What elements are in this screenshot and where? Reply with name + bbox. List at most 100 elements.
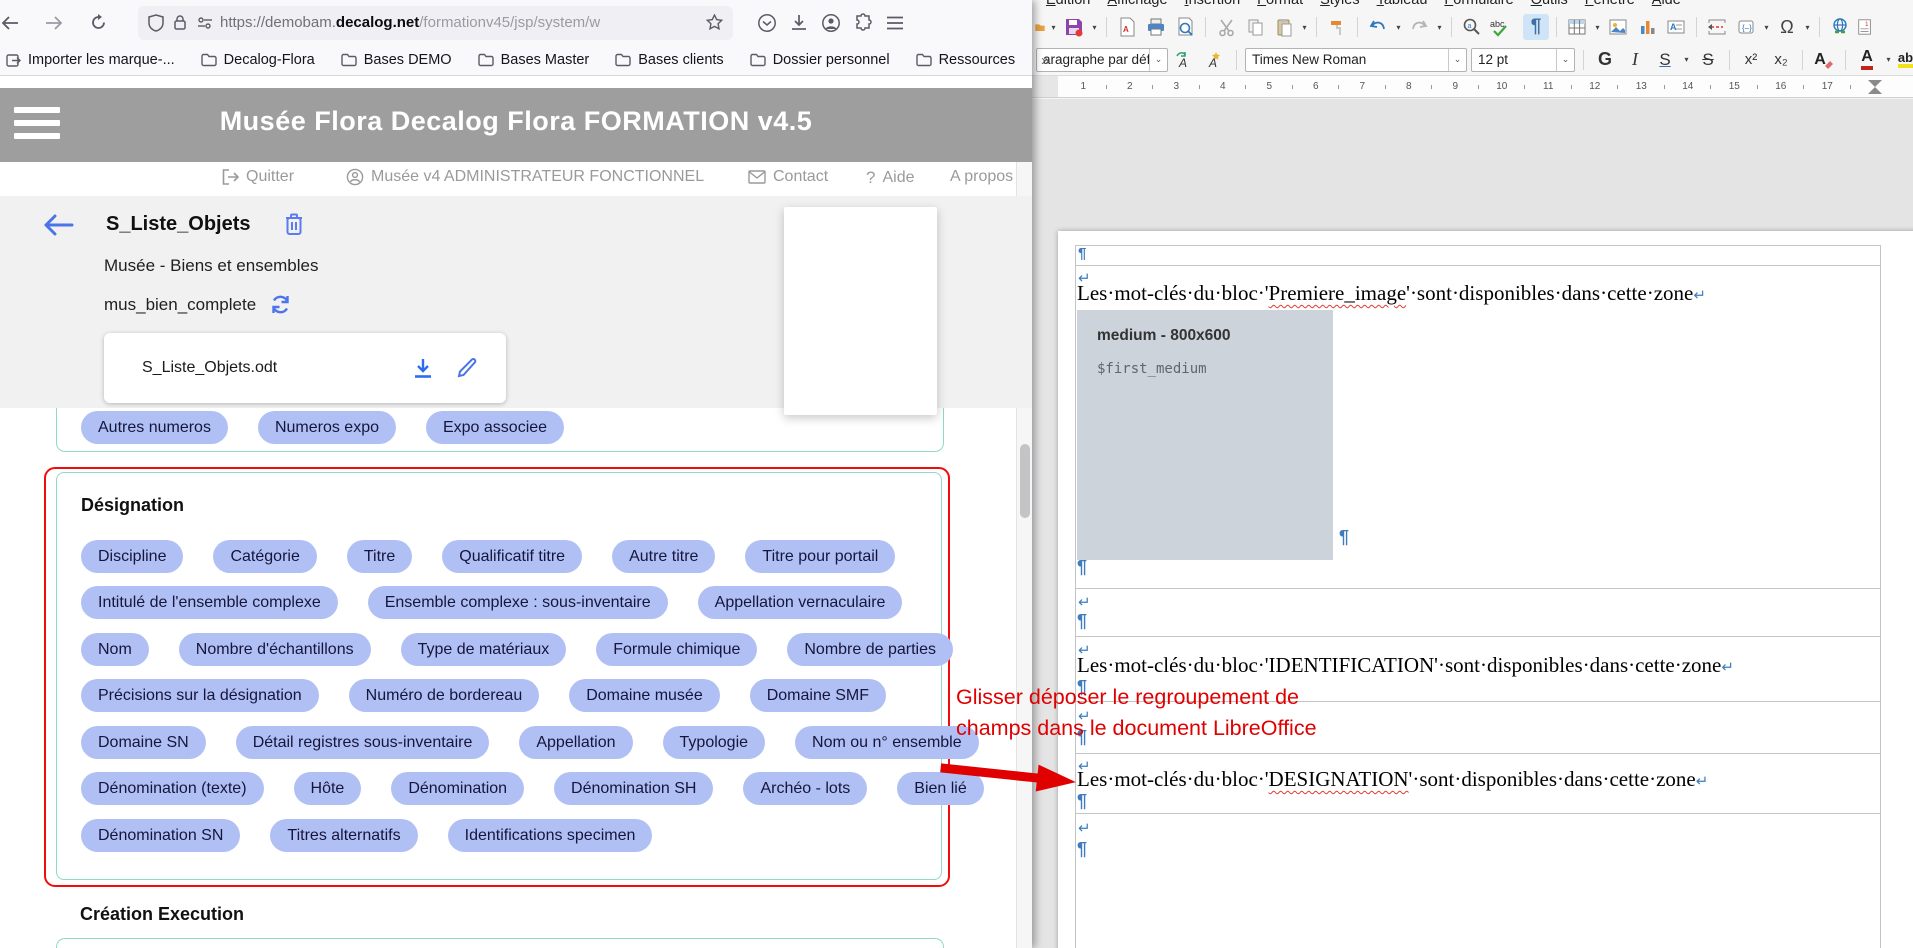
edit-pencil-icon[interactable] [456, 357, 478, 379]
user-menu[interactable]: Musée v4 ADMINISTRATEUR FONCTIONNEL [346, 168, 704, 186]
menu-item[interactable]: Tableau [1377, 0, 1428, 8]
font-size-combo[interactable]: 12 pt⌄ [1471, 48, 1575, 72]
insert-table-button[interactable] [1564, 14, 1590, 40]
menu-item[interactable]: Insertion [1185, 0, 1241, 8]
field-chip[interactable]: Titre pour portail [745, 540, 895, 573]
field-chip[interactable]: Identifications specimen [448, 819, 653, 852]
field-chip[interactable]: Dénomination SN [81, 819, 240, 852]
right-indent-marker[interactable] [1868, 80, 1882, 87]
field-chip[interactable]: Détail registres sous-inventaire [236, 726, 490, 759]
insert-page-break-button[interactable] [1704, 14, 1730, 40]
download-icon[interactable] [412, 357, 434, 380]
refresh-icon[interactable] [270, 294, 291, 315]
clone-formatting-button[interactable] [1324, 14, 1350, 40]
menu-item[interactable]: Outils [1531, 0, 1568, 8]
field-chip[interactable]: Dénomination (texte) [81, 772, 264, 805]
bookmark-folder[interactable]: Bases clients [615, 52, 723, 68]
field-chip[interactable]: Nombre d'échantillons [179, 633, 371, 666]
account-icon[interactable] [821, 13, 841, 33]
copy-button[interactable] [1242, 14, 1268, 40]
field-chip[interactable]: Titre [347, 540, 412, 573]
bold-button[interactable]: G [1592, 47, 1618, 73]
spellcheck-button[interactable]: abc [1488, 14, 1520, 40]
field-chip[interactable]: Nombre de parties [787, 633, 953, 666]
downloads-icon[interactable] [790, 13, 808, 33]
highlight-color-button[interactable]: ab [1897, 47, 1913, 73]
superscript-button[interactable]: x² [1738, 47, 1764, 73]
open-button[interactable] [1034, 14, 1046, 40]
scrollbar-thumb[interactable] [1020, 444, 1030, 518]
bookmark-folder[interactable]: Dossier personnel [750, 52, 890, 68]
print-button[interactable] [1143, 14, 1169, 40]
field-chip[interactable]: Autre titre [612, 540, 715, 573]
bookmark-folder[interactable]: Bases Master [478, 52, 590, 68]
quitter-button[interactable]: Quitter [222, 168, 294, 186]
url-text[interactable]: https://demobam.decalog.net/formationv45… [220, 14, 706, 31]
new-style-icon[interactable]: A [1202, 47, 1228, 73]
field-chip[interactable]: Précisions sur la désignation [81, 679, 319, 712]
menu-item[interactable]: Édition [1046, 0, 1090, 8]
subscript-button[interactable]: x₂ [1768, 47, 1794, 73]
field-chip[interactable]: Domaine SN [81, 726, 206, 759]
font-name-combo[interactable]: Times New Roman⌄ [1245, 48, 1467, 72]
shield-icon[interactable] [148, 14, 164, 32]
field-chip[interactable]: Domaine musée [569, 679, 720, 712]
paste-button[interactable] [1271, 14, 1297, 40]
delete-icon[interactable] [283, 212, 305, 237]
field-chip[interactable]: Archéo - lots [743, 772, 867, 805]
doc-line-identification[interactable]: Les·mot-clés·du·bloc·'IDENTIFICATION'·so… [1077, 653, 1734, 678]
field-chip[interactable]: Type de matériaux [401, 633, 567, 666]
bookmark-folder[interactable]: Ressources [916, 52, 1016, 68]
lock-icon[interactable] [173, 14, 187, 31]
url-bar[interactable]: https://demobam.decalog.net/formationv45… [138, 6, 733, 40]
formatting-marks-button[interactable]: ¶ [1523, 14, 1549, 40]
field-chip[interactable]: Catégorie [213, 540, 316, 573]
special-character-button[interactable]: Ω [1774, 14, 1800, 40]
contact-menu[interactable]: Contact [748, 168, 828, 186]
forward-nav-icon[interactable] [38, 7, 70, 39]
back-arrow-icon[interactable] [44, 214, 74, 236]
extensions-icon[interactable] [854, 13, 873, 32]
find-replace-button[interactable]: a [1459, 14, 1485, 40]
undo-button[interactable] [1365, 14, 1391, 40]
menu-item[interactable]: Format [1257, 0, 1303, 8]
print-preview-button[interactable] [1172, 14, 1198, 40]
cut-button[interactable] [1213, 14, 1239, 40]
field-chip[interactable]: Typologie [663, 726, 766, 759]
menu-item[interactable]: Fenêtre [1585, 0, 1635, 8]
document-canvas[interactable]: ¶ ↵ Les·mot-clés·du·bloc·'Premiere_image… [1032, 99, 1913, 948]
horizontal-ruler[interactable]: 1234567891011121314151617 [1032, 76, 1913, 98]
field-chip[interactable]: Appellation vernaculaire [698, 586, 903, 619]
update-style-icon[interactable]: A [1172, 47, 1198, 73]
menu-item[interactable]: Aide [1652, 0, 1681, 8]
bookmark-folder[interactable]: Decalog-Flora [201, 52, 315, 68]
bookmarks-overflow-chevron[interactable]: » [1041, 52, 1049, 69]
paragraph-style-combo[interactable]: aragraphe par déf⌄ [1036, 48, 1168, 72]
insert-chart-button[interactable] [1634, 14, 1660, 40]
field-chip[interactable]: Discipline [81, 540, 183, 573]
field-chip[interactable]: Numéro de bordereau [349, 679, 540, 712]
aide-menu[interactable]: ? Aide [866, 168, 915, 188]
doc-line-designation[interactable]: Les·mot-clés·du·bloc·'DESIGNATION'·sont·… [1077, 767, 1708, 792]
menu-icon[interactable] [886, 16, 904, 30]
strikethrough-button[interactable]: S [1695, 47, 1721, 73]
bookmark-import[interactable]: Importer les marque-... [6, 52, 175, 68]
reload-icon[interactable] [82, 7, 114, 39]
field-chip[interactable]: Dénomination SH [554, 772, 713, 805]
field-chip[interactable]: Hôte [294, 772, 362, 805]
field-chip[interactable]: Numeros expo [258, 411, 396, 444]
underline-button[interactable]: S [1652, 47, 1678, 73]
insert-field-button[interactable]: {–} [1733, 14, 1759, 40]
field-chip[interactable]: Nom [81, 633, 149, 666]
redo-button[interactable] [1406, 14, 1432, 40]
menu-item[interactable]: Styles [1320, 0, 1360, 8]
italic-button[interactable]: I [1622, 47, 1648, 73]
field-chip[interactable]: Titres alternatifs [270, 819, 417, 852]
field-chip[interactable]: Formule chimique [596, 633, 757, 666]
doc-line-premiere-image[interactable]: Les·mot-clés·du·bloc·'Premiere_image'·so… [1077, 281, 1706, 306]
back-nav-icon[interactable] [0, 7, 26, 39]
field-chip[interactable]: Intitulé de l'ensemble complexe [81, 586, 338, 619]
field-chip[interactable]: Ensemble complexe : sous-inventaire [368, 586, 668, 619]
pocket-icon[interactable] [757, 13, 777, 33]
hyperlink-button[interactable] [1827, 14, 1853, 40]
